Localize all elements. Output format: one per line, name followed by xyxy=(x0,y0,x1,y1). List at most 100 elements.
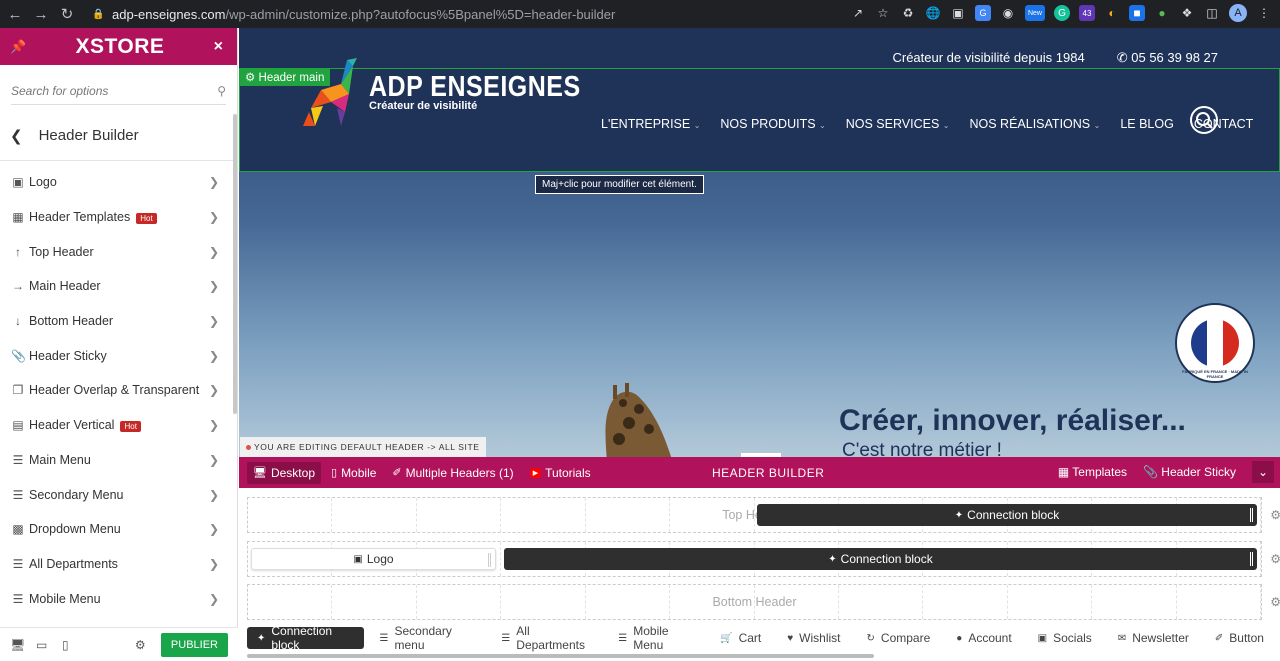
element-cart[interactable]: 🛒 Cart xyxy=(710,627,771,649)
counter-extension-icon[interactable]: 43 xyxy=(1079,5,1095,21)
sidebar-item-label: Header Overlap & Transparent xyxy=(29,383,200,398)
sidebar-item-label: Header Templates Hot xyxy=(29,210,209,225)
element-mobile-menu[interactable]: ☰ Mobile Menu xyxy=(608,624,704,652)
element-secondary-menu[interactable]: ☰ Secondary menu xyxy=(370,624,486,652)
dropdown-icon: ▩ xyxy=(12,522,24,537)
sidebar-item-mobile-menu[interactable]: ☰ Mobile Menu ❯ xyxy=(0,581,237,616)
element-compare[interactable]: ↻ Compare xyxy=(857,627,941,649)
sidebar-item-header-overlap[interactable]: ❐ Header Overlap & Transparent ❯ xyxy=(0,373,237,408)
nav-item-blog[interactable]: LE BLOG xyxy=(1120,117,1174,131)
nav-item-produits[interactable]: NOS PRODUITS ⌄ xyxy=(720,117,825,131)
chevron-right-icon: ❯ xyxy=(208,210,219,225)
nav-item-entreprise[interactable]: L'ENTREPRISE ⌄ xyxy=(601,117,700,131)
menu-icon: ☰ xyxy=(618,632,628,644)
back-chevron-icon[interactable]: ❮ xyxy=(10,127,23,145)
site-logo[interactable]: ADP ENSEIGNES Créateur de visibilité xyxy=(301,56,581,128)
paperclip-icon: 📎 xyxy=(11,348,26,363)
nav-item-realisations[interactable]: NOS RÉALISATIONS ⌄ xyxy=(970,117,1101,131)
drag-handle[interactable] xyxy=(1250,552,1253,566)
pin-icon[interactable]: 📌 xyxy=(10,39,26,55)
element-button[interactable]: ✐ Button xyxy=(1205,627,1274,649)
translate-extension-icon[interactable]: G xyxy=(975,5,991,21)
mobile-icon: ▯ xyxy=(331,467,338,479)
element-wishlist[interactable]: ♥ Wishlist xyxy=(777,627,850,649)
drag-handle[interactable] xyxy=(1250,508,1253,522)
header-sticky-button[interactable]: 📎 Header Sticky xyxy=(1143,465,1236,479)
sidebar-item-header-vertical[interactable]: ▤ Header Vertical Hot ❯ xyxy=(0,408,237,443)
new-badge: New xyxy=(1027,9,1042,17)
forward-arrow-icon[interactable]: → xyxy=(30,3,52,25)
puzzle-extensions-icon[interactable]: ❖ xyxy=(1179,5,1195,21)
sidebar-item-dropdown-menu[interactable]: ▩ Dropdown Menu ❯ xyxy=(0,512,237,547)
connection-block-top[interactable]: ✦ Connection block xyxy=(757,504,1257,526)
reload-icon[interactable]: ↻ xyxy=(56,3,78,25)
element-account[interactable]: ● Account xyxy=(946,627,1021,649)
side-panel-icon[interactable]: ◫ xyxy=(1204,5,1220,21)
site-phone[interactable]: ✆ 05 56 39 98 27 xyxy=(1117,50,1218,66)
element-connection-block[interactable]: ✦ Connection block xyxy=(247,624,364,652)
image-icon: ▣ xyxy=(353,553,363,565)
row-settings-gear-icon[interactable]: ⚙ xyxy=(1270,508,1280,522)
templates-button[interactable]: ▦ Templates xyxy=(1058,465,1127,479)
screen-extension-icon[interactable]: ▣ xyxy=(950,5,966,21)
row-settings-gear-icon[interactable]: ⚙ xyxy=(1270,595,1280,609)
grammarly-extension-icon[interactable]: G xyxy=(1054,5,1070,21)
video-extension-icon[interactable]: ■ xyxy=(1129,5,1145,21)
site-header: Créateur de visibilité depuis 1984 ✆ 05 … xyxy=(239,28,1280,172)
desktop-preview-icon[interactable]: 🖥 xyxy=(10,638,25,652)
sidebar-item-main-header[interactable]: → Main Header ❯ xyxy=(0,269,237,304)
compare-icon: ↻ xyxy=(866,632,875,644)
drag-handle[interactable] xyxy=(488,553,491,567)
sidebar-item-logo[interactable]: ▣ Logo ❯ xyxy=(0,165,237,200)
share-icon[interactable]: ↗ xyxy=(850,5,866,21)
magnifier-icon xyxy=(1196,112,1213,129)
sidebar-item-all-departments[interactable]: ☰ All Departments ❯ xyxy=(0,547,237,582)
tab-tutorials[interactable]: ▶ Tutorials xyxy=(524,462,597,484)
moon-extension-icon[interactable]: ◐ xyxy=(1104,5,1120,21)
connection-block-main[interactable]: ✦ Connection block xyxy=(504,548,1257,570)
profile-avatar[interactable]: A xyxy=(1229,4,1247,22)
mobile-preview-icon[interactable]: ▯ xyxy=(62,638,74,652)
address-bar[interactable]: 🔒 adp-enseignes.com/wp-admin/customize.p… xyxy=(86,3,866,25)
vpn-extension-icon[interactable]: ● xyxy=(1154,5,1170,21)
camera-extension-icon[interactable]: ◉ xyxy=(1000,5,1016,21)
sidebar-item-top-header[interactable]: ↑ Top Header ❯ xyxy=(0,234,237,269)
sidebar-scrollbar[interactable] xyxy=(233,114,237,414)
tab-mobile[interactable]: ▯ Mobile xyxy=(325,462,382,484)
site-tagline: Créateur de visibilité depuis 1984 xyxy=(892,50,1085,65)
element-newsletter[interactable]: ✉ Newsletter xyxy=(1108,627,1199,649)
sidebar-item-main-menu[interactable]: ☰ Main Menu ❯ xyxy=(0,443,237,478)
row-settings-gear-icon[interactable]: ⚙ xyxy=(1270,552,1280,566)
elements-scrollbar[interactable] xyxy=(247,654,874,658)
logo-block[interactable]: ▣ Logo xyxy=(251,548,496,570)
top-header-row[interactable]: Top Header ✦ Connection block ⚙ xyxy=(247,497,1280,533)
tablet-preview-icon[interactable]: ▭ xyxy=(36,638,48,652)
tab-multiple-headers[interactable]: ✐ Multiple Headers (1) xyxy=(386,462,519,484)
main-header-row[interactable]: ▣ Logo ✦ Connection block ⚙ xyxy=(247,541,1280,577)
options-search[interactable]: Search for options ⚲ xyxy=(11,77,226,105)
sidebar-item-header-templates[interactable]: ▦ Header Templates Hot ❯ xyxy=(0,200,237,235)
element-socials[interactable]: ▣ Socials xyxy=(1028,627,1102,649)
recycle-extension-icon[interactable]: ♻ xyxy=(900,5,916,21)
back-arrow-icon[interactable]: ← xyxy=(4,3,26,25)
new-extension-icon[interactable]: New xyxy=(1025,5,1045,21)
site-search-icon[interactable] xyxy=(1190,106,1218,134)
cart-icon: 🛒 xyxy=(720,632,733,644)
globe-extension-icon[interactable]: 🌐 xyxy=(925,5,941,21)
element-label: Connection block xyxy=(271,624,333,652)
bottom-header-row[interactable]: Bottom Header ⚙ xyxy=(247,584,1280,620)
sidebar-item-header-sticky[interactable]: 📎 Header Sticky ❯ xyxy=(0,338,237,373)
resize-handle[interactable] xyxy=(741,453,781,457)
nav-item-services[interactable]: NOS SERVICES ⌄ xyxy=(846,117,950,131)
search-input[interactable]: Search for options xyxy=(11,84,108,98)
gear-icon[interactable]: ⚙ xyxy=(135,638,147,652)
element-all-departments[interactable]: ☰ All Departments xyxy=(491,624,602,652)
sidebar-item-secondary-menu[interactable]: ☰ Secondary Menu ❯ xyxy=(0,477,237,512)
bookmark-star-icon[interactable]: ☆ xyxy=(875,5,891,21)
collapse-builder-button[interactable]: ⌄ xyxy=(1252,461,1274,483)
browser-menu-icon[interactable]: ⋮ xyxy=(1256,5,1272,21)
publish-button[interactable]: PUBLIER xyxy=(160,632,228,657)
sidebar-item-bottom-header[interactable]: ↓ Bottom Header ❯ xyxy=(0,304,237,339)
tab-desktop[interactable]: 🖥 Desktop xyxy=(247,461,321,484)
close-icon[interactable]: × xyxy=(214,38,223,56)
